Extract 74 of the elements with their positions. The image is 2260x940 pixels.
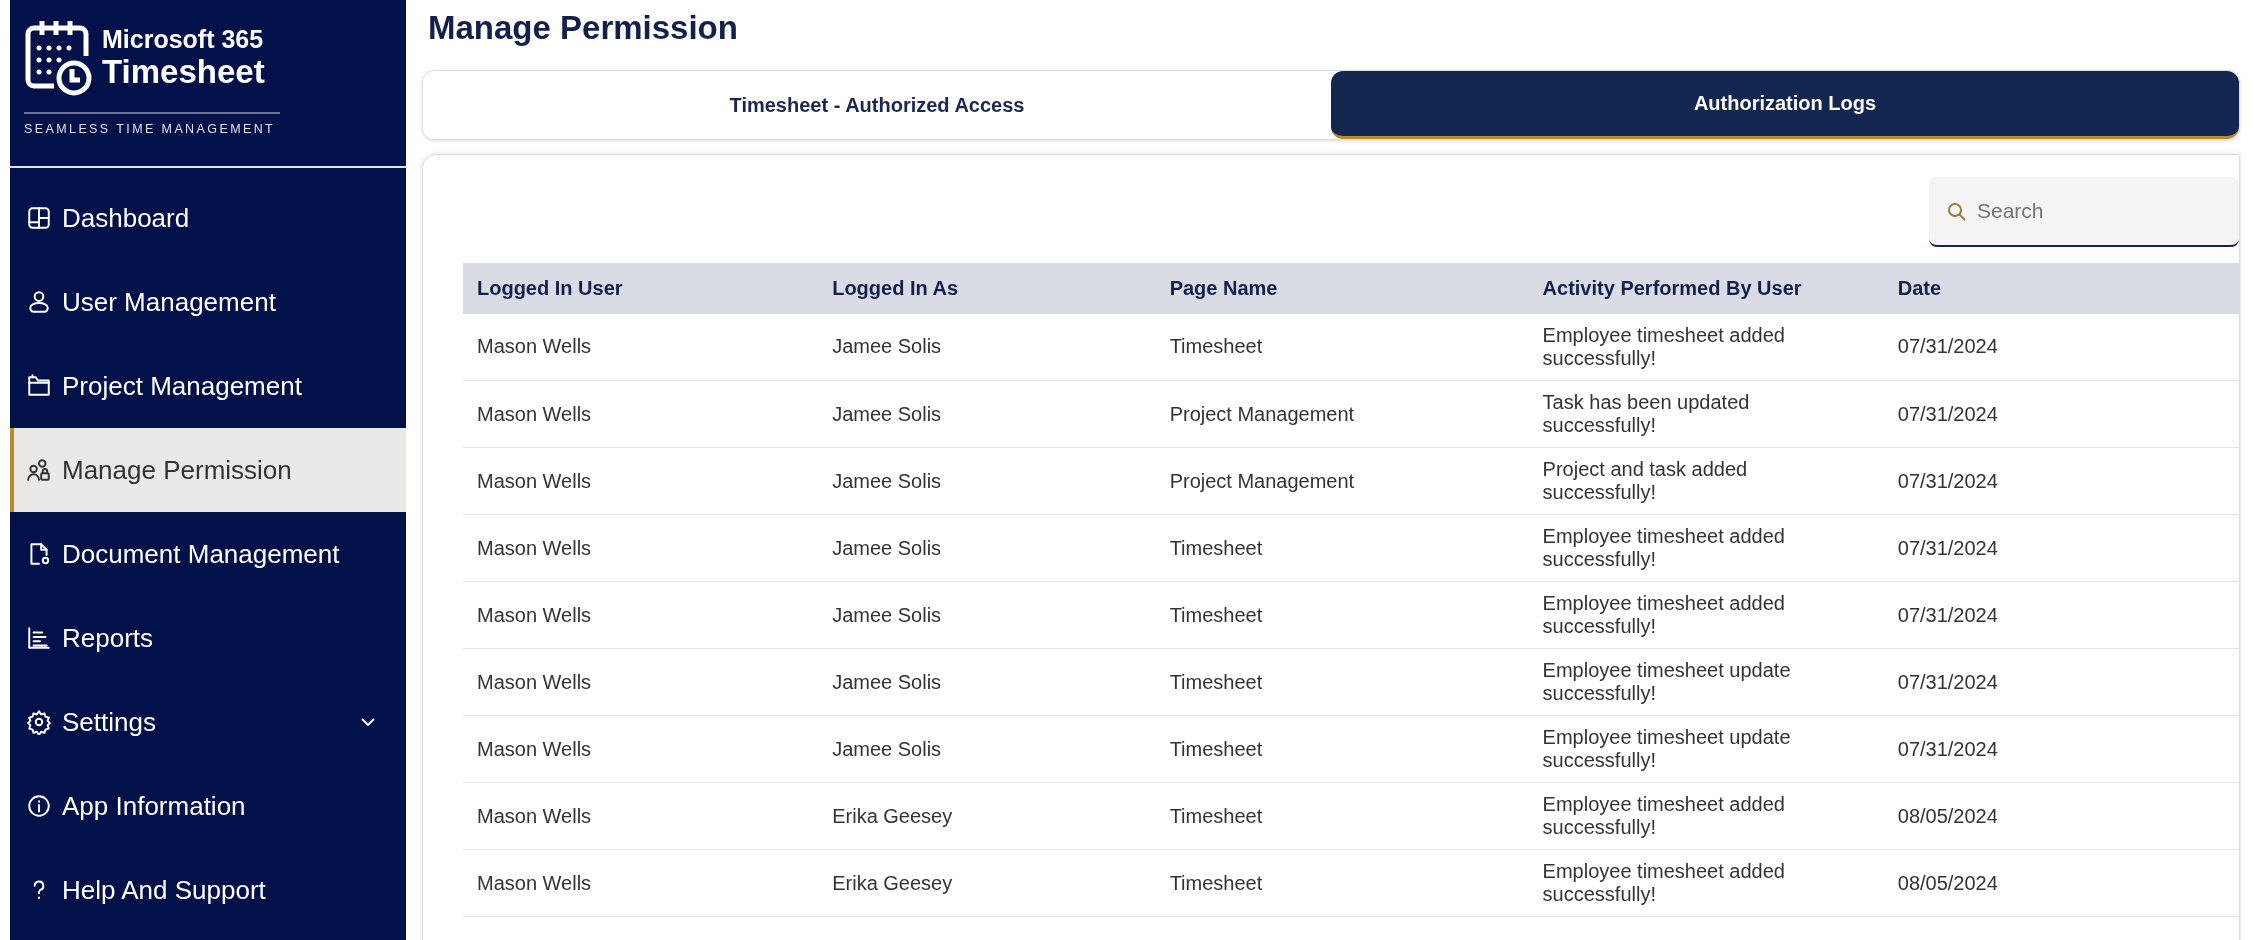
bar-list-icon xyxy=(26,625,52,651)
table-cell: Mason Wells xyxy=(477,536,592,559)
chevron-down-icon xyxy=(360,717,376,727)
table-cell: Mason Wells xyxy=(477,804,592,827)
column-header: Logged In As xyxy=(818,262,1156,314)
settings-icon xyxy=(26,709,52,735)
table-cell: Timesheet xyxy=(1169,335,1263,358)
page-title: Manage Permission xyxy=(428,8,739,48)
table-cell: Jamee Solis xyxy=(832,402,942,425)
table-cell: 07/31/2024 xyxy=(1897,603,1998,626)
table-cell: Jamee Solis xyxy=(832,335,942,358)
table-cell-text: Employee timesheet added successfully! xyxy=(1542,592,1786,639)
table-cell: Mason Wells xyxy=(477,335,592,358)
table-cell-text: Employee timesheet update successfully! xyxy=(1542,726,1792,773)
sidebar-item[interactable]: User Management xyxy=(10,260,406,344)
table-cell: Mason Wells xyxy=(477,737,592,760)
table-cell: Jamee Solis xyxy=(832,469,942,492)
table-cell-text: Employee timesheet update successfully! xyxy=(1542,659,1792,706)
search-field[interactable]: Search xyxy=(1929,176,2239,247)
table-cell: 07/31/2024 xyxy=(1897,670,1998,693)
sidebar-item[interactable]: App Information xyxy=(10,764,406,848)
table-cell: Erika Geesey xyxy=(832,871,953,894)
dashboard-icon xyxy=(26,205,52,231)
sidebar-item[interactable]: Reports xyxy=(10,596,406,680)
table-cell: Timesheet xyxy=(1169,871,1263,894)
column-header: Activity Performed By User xyxy=(1528,262,1884,314)
table-cell: Jamee Solis xyxy=(832,603,942,626)
table-cell: 07/31/2024 xyxy=(1897,402,1998,425)
table-cell: Jamee Solis xyxy=(832,670,942,693)
logo-tagline: SEAMLESS TIME MANAGEMENT xyxy=(24,121,277,138)
table-cell: 07/31/2024 xyxy=(1897,469,1998,492)
column-header: Page Name xyxy=(1155,262,1529,314)
table-cell: Erika Geesey xyxy=(832,804,953,827)
table-cell: Project Management xyxy=(1169,469,1355,492)
sidebar-item[interactable]: Manage Permission xyxy=(10,428,406,512)
users-lock-icon xyxy=(26,457,52,483)
logo-title: Microsoft 365 xyxy=(102,26,265,54)
logo-title: Timesheet xyxy=(102,53,265,90)
column-header: Logged In User xyxy=(463,262,819,314)
sidebar-item[interactable]: Dashboard xyxy=(10,176,406,260)
table-cell: Timesheet xyxy=(1169,737,1263,760)
table-cell: Timesheet xyxy=(1169,603,1263,626)
folder-icon xyxy=(26,373,52,399)
sidebar-item[interactable]: Project Management xyxy=(10,344,406,428)
table-cell: Jamee Solis xyxy=(832,737,942,760)
table-cell-text: Employee timesheet added successfully! xyxy=(1542,793,1786,840)
table-cell: Mason Wells xyxy=(477,603,592,626)
table-cell: Timesheet xyxy=(1169,804,1263,827)
table-cell: Timesheet xyxy=(1169,536,1263,559)
table-cell: 07/31/2024 xyxy=(1897,335,1998,358)
user-icon xyxy=(26,289,52,315)
tab[interactable]: Authorization Logs xyxy=(1331,70,2239,139)
calendar-clock-icon xyxy=(24,18,94,98)
table-cell-text: Employee timesheet added successfully! xyxy=(1542,860,1786,907)
table-cell: Timesheet xyxy=(1169,670,1263,693)
info-icon xyxy=(26,793,52,819)
table-cell: Mason Wells xyxy=(477,871,592,894)
sidebar-item[interactable]: Document Management xyxy=(10,512,406,596)
sidebar-item[interactable]: Settings xyxy=(10,680,406,764)
table-cell: Mason Wells xyxy=(477,469,592,492)
table-cell: 08/05/2024 xyxy=(1897,871,1998,894)
table-cell-text: Employee timesheet added successfully! xyxy=(1542,525,1786,572)
sidebar-item[interactable]: Help And Support xyxy=(10,848,406,932)
table-cell-text: Task has been updated successfully! xyxy=(1542,391,1751,438)
table-cell: Mason Wells xyxy=(477,402,592,425)
table-cell: Project Management xyxy=(1169,402,1355,425)
table-cell-text: Employee timesheet added successfully! xyxy=(1542,323,1786,370)
table-cell: 08/05/2024 xyxy=(1897,804,1998,827)
column-header: Date xyxy=(1883,262,2239,314)
table-cell: 07/31/2024 xyxy=(1897,536,1998,559)
table-cell: 07/31/2024 xyxy=(1897,737,1998,760)
table-cell: Mason Wells xyxy=(477,670,592,693)
table-cell: Jamee Solis xyxy=(832,536,942,559)
table-cell-text: Project and task added successfully! xyxy=(1542,458,1749,505)
